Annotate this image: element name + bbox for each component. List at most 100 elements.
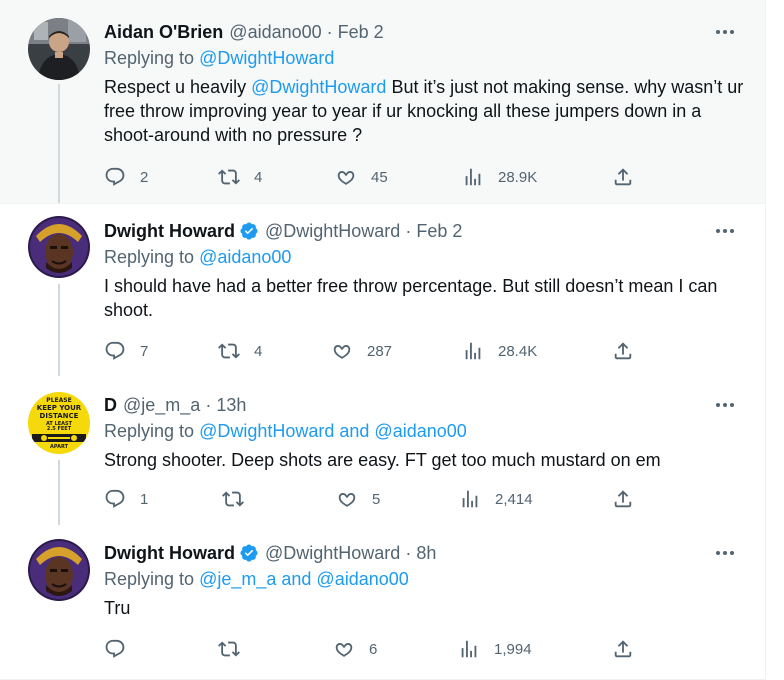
share-icon [614,342,632,360]
replying-to-prefix: Replying to [104,48,195,68]
timestamp[interactable]: Feb 2 [416,221,462,242]
tweet-d[interactable]: PLEASE KEEP YOUR DISTANCE AT LEAST 2.5 F… [0,376,765,525]
like-button[interactable]: 6 [333,636,377,662]
tweet-aidan[interactable]: Aidan O'Brien @aidano00 · Feb 2 Replying… [0,0,765,203]
view-count: 2,414 [495,490,533,508]
avatar-sign-line6: APART [50,444,69,450]
action-bar: 2 4 45 28.9K [104,164,644,190]
display-name[interactable]: Dwight Howard [104,221,235,242]
retweet-button[interactable]: 4 [218,164,262,190]
separator-dot: · [205,394,212,415]
reply-icon [105,341,125,360]
like-button[interactable]: 45 [335,164,388,190]
like-count: 5 [372,490,381,508]
more-options-button[interactable] [712,394,738,416]
views-icon [462,490,478,508]
reply-mention-link[interactable]: @je_m_a and @aidano00 [199,569,409,589]
views-button[interactable]: 2,414 [459,486,533,512]
more-options-button[interactable] [712,542,738,564]
reply-mention-link[interactable]: @DwightHoward [199,48,334,68]
more-options-button[interactable] [712,21,738,43]
reply-button[interactable] [104,636,140,662]
user-handle[interactable]: @DwightHoward [265,543,400,564]
action-bar: 1 5 2,414 [104,486,644,512]
tweet-text: Respect u heavily @DwightHoward But it’s… [104,75,744,147]
thread-line [58,284,60,376]
like-button[interactable]: 5 [336,486,380,512]
retweet-button[interactable] [218,636,254,662]
tweet-header: Dwight Howard @DwightHoward · 8h [104,541,436,565]
views-button[interactable]: 28.4K [462,338,537,364]
avatar[interactable] [28,216,90,278]
retweet-icon [218,641,240,657]
avatar-sign-line2: KEEP YOUR [37,404,82,412]
more-options-button[interactable] [712,220,738,242]
body-mention-link[interactable]: @DwightHoward [251,77,386,97]
tweet-text-start: Respect u heavily [104,77,247,97]
share-icon [614,640,632,658]
tweet-header: D @je_m_a · 13h [104,393,246,417]
reply-mention-link[interactable]: @DwightHoward and @aidano00 [199,421,467,441]
avatar-sign-line1: PLEASE [46,397,71,404]
reply-button[interactable]: 7 [104,338,148,364]
reply-count: 7 [140,342,149,360]
heart-icon [338,493,356,507]
thread-line [58,84,60,203]
reply-icon [105,639,125,658]
reply-button[interactable]: 1 [104,486,148,512]
heart-icon [337,171,355,185]
reply-mention-link[interactable]: @aidano00 [199,247,291,267]
tweet-text: Tru [104,598,131,618]
replying-to-prefix: Replying to [104,421,195,441]
share-button[interactable] [612,164,634,190]
separator-dot: · [405,542,412,563]
reply-count: 2 [140,168,149,186]
retweet-icon [218,343,240,359]
share-button[interactable] [612,338,634,364]
views-button[interactable]: 1,994 [458,636,532,662]
share-icon [614,490,632,508]
tweet-dwight-1[interactable]: Dwight Howard @DwightHoward · Feb 2 Repl… [0,204,765,376]
timestamp[interactable]: 13h [216,395,246,416]
tweet-dwight-2[interactable]: Dwight Howard @DwightHoward · 8h Replyin… [0,525,765,680]
tweet-text: Strong shooter. Deep shots are easy. FT … [104,450,661,470]
heart-icon [335,643,353,657]
retweet-count: 4 [254,168,263,186]
views-button[interactable]: 28.9K [462,164,537,190]
like-count: 6 [369,640,378,658]
verified-badge-icon[interactable] [239,221,259,241]
timestamp[interactable]: Feb 2 [338,22,384,43]
retweet-button[interactable] [222,486,258,512]
action-bar: 6 1,994 [104,636,644,662]
replying-to: Replying to @aidano00 [104,247,291,268]
more-icon [716,551,734,555]
more-icon [716,403,734,407]
more-icon [716,30,734,34]
share-button[interactable] [612,636,634,662]
action-bar: 7 4 287 28.4K [104,338,644,364]
display-name[interactable]: Dwight Howard [104,543,235,564]
user-handle[interactable]: @DwightHoward [265,221,400,242]
replying-to: Replying to @je_m_a and @aidano00 [104,569,409,590]
user-handle[interactable]: @aidano00 [229,22,321,43]
timestamp[interactable]: 8h [416,543,436,564]
user-handle[interactable]: @je_m_a [123,395,200,416]
replying-to-prefix: Replying to [104,247,195,267]
avatar[interactable] [28,18,90,80]
avatar[interactable] [28,539,90,601]
reply-button[interactable]: 2 [104,164,148,190]
like-count: 287 [367,342,393,360]
share-button[interactable] [612,486,634,512]
tweet-header: Dwight Howard @DwightHoward · Feb 2 [104,219,462,243]
like-button[interactable]: 287 [331,338,392,364]
retweet-icon [222,491,244,507]
avatar-sign-line5: 2.5 FEET [47,426,72,432]
share-icon [614,168,632,186]
display-name[interactable]: Aidan O'Brien [104,22,223,43]
display-name[interactable]: D [104,395,117,416]
retweet-count: 4 [254,342,263,360]
verified-badge-icon[interactable] [239,543,259,563]
reply-icon [105,489,125,508]
avatar[interactable]: PLEASE KEEP YOUR DISTANCE AT LEAST 2.5 F… [28,392,90,454]
retweet-button[interactable]: 4 [218,338,262,364]
